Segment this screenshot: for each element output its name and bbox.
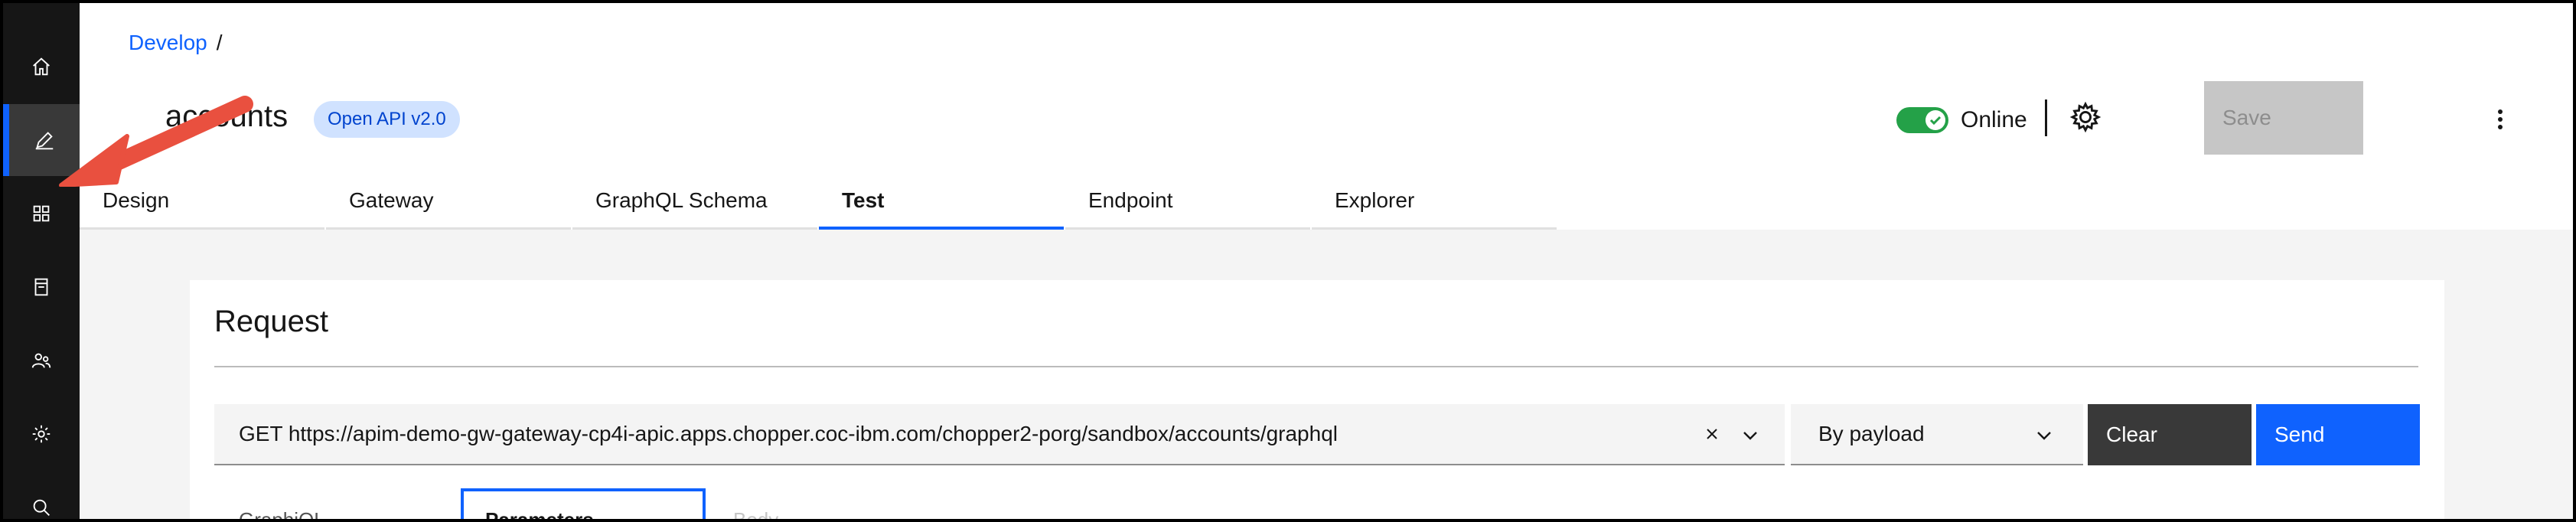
nav-members[interactable]: [3, 325, 80, 396]
search-icon: [33, 499, 50, 516]
nav-apps[interactable]: [3, 178, 80, 250]
breadcrumb-develop-link[interactable]: Develop: [129, 31, 207, 55]
breadcrumb-separator: /: [216, 31, 223, 54]
catalog-icon: [34, 278, 48, 296]
subtab-graphiql[interactable]: GraphiQL: [239, 508, 325, 519]
tab-endpoint[interactable]: Endpoint: [1065, 175, 1310, 230]
tab-graphql-schema[interactable]: GraphQL Schema: [572, 175, 817, 230]
close-icon[interactable]: [1700, 422, 1723, 445]
home-icon: [33, 57, 50, 76]
api-tabs: Design Gateway GraphQL Schema Test Endpo…: [80, 175, 1558, 230]
tab-test[interactable]: Test: [819, 175, 1064, 230]
side-nav: [3, 3, 80, 519]
online-status-label: Online: [1961, 107, 2027, 132]
clear-button[interactable]: Clear: [2088, 404, 2252, 465]
send-button[interactable]: Send: [2256, 404, 2420, 465]
save-button[interactable]: Save: [2204, 81, 2363, 155]
request-card: Request GET https://apim-demo-gw-gateway…: [190, 280, 2444, 519]
toggle-knob: [1925, 110, 1945, 130]
request-url-value: GET https://apim-demo-gw-gateway-cp4i-ap…: [239, 422, 1338, 445]
users-icon: [31, 353, 51, 368]
chevron-down-icon[interactable]: [1739, 424, 1762, 447]
apps-icon: [33, 205, 50, 222]
checkmark-icon: [1929, 116, 1942, 126]
mode-select-value: By payload: [1818, 422, 1925, 445]
subtab-body[interactable]: Body: [733, 508, 778, 519]
request-divider: [214, 366, 2418, 367]
nav-settings[interactable]: [3, 398, 80, 470]
tab-explorer[interactable]: Explorer: [1312, 175, 1557, 230]
nav-catalog[interactable]: [3, 251, 80, 323]
header-divider: [2045, 100, 2047, 136]
overflow-menu-icon[interactable]: [2489, 106, 2512, 133]
breadcrumb: Develop /: [129, 31, 223, 55]
mode-select[interactable]: By payload: [1791, 404, 2083, 465]
api-settings-gear-icon[interactable]: [2069, 101, 2102, 133]
online-toggle[interactable]: [1896, 107, 1948, 133]
settings-icon: [32, 425, 51, 443]
request-title: Request: [214, 305, 328, 338]
api-type-badge: Open API v2.0: [314, 101, 460, 138]
page-header: Develop / accounts Open API v2.0 Online …: [80, 3, 2573, 230]
tab-gateway[interactable]: Gateway: [326, 175, 571, 230]
chevron-down-icon: [2037, 432, 2051, 440]
nav-search[interactable]: [3, 471, 80, 519]
request-url-combobox[interactable]: GET https://apim-demo-gw-gateway-cp4i-ap…: [214, 404, 1785, 465]
app-window: Develop / accounts Open API v2.0 Online …: [0, 0, 2576, 522]
annotation-arrow: [59, 96, 253, 187]
subtab-parameters[interactable]: Parameters: [461, 488, 706, 519]
